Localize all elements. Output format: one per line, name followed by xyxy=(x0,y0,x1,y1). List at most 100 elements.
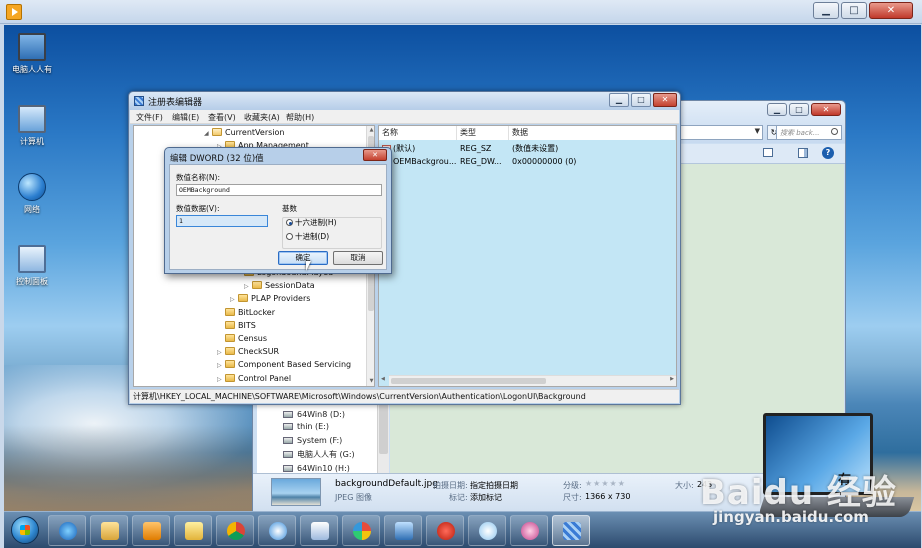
desktop-icon-computer[interactable]: 计算机 xyxy=(4,105,62,147)
drive-label: 64Win10 (H:) xyxy=(297,464,350,473)
drive-icon xyxy=(283,437,293,444)
taskbar-gear-app[interactable] xyxy=(468,515,506,546)
tag-value[interactable]: 添加标记 xyxy=(470,492,502,503)
expanded-arrow-icon[interactable]: ◢ xyxy=(204,127,212,140)
folder-icon xyxy=(225,334,235,342)
cancel-button[interactable]: 取消 xyxy=(333,251,383,265)
regedit-maximize-button[interactable]: □ xyxy=(631,93,651,107)
player-maximize-button[interactable]: □ xyxy=(841,2,867,19)
scrollbar-thumb[interactable] xyxy=(379,404,388,454)
player-window: ▁ □ ✕ 电脑人人有 计算机 网络 控制面板 ▁ □ ✕ ↻ xyxy=(0,0,922,548)
taskbar-chess[interactable] xyxy=(426,515,464,546)
column-header-name[interactable]: 名称 xyxy=(379,126,457,140)
tree-node-currentversion[interactable]: ◢ CurrentVersion xyxy=(204,126,284,139)
taskbar-ie[interactable] xyxy=(48,515,86,546)
drive-label: System (F:) xyxy=(297,436,343,445)
explorer-close-button[interactable]: ✕ xyxy=(811,103,841,116)
radio-decimal[interactable]: 十进制(D) xyxy=(286,231,329,242)
menu-edit[interactable]: 编辑(E) xyxy=(172,112,199,123)
explorer-maximize-button[interactable]: □ xyxy=(789,103,809,116)
values-horizontal-scrollbar[interactable]: ◀ ▶ xyxy=(381,375,676,386)
menu-favorites[interactable]: 收藏夹(A) xyxy=(244,112,280,123)
taskbar-chrome[interactable] xyxy=(216,515,254,546)
tree-node-component-based-servicing[interactable]: ▷ Component Based Servicing xyxy=(217,358,351,371)
ok-button[interactable]: 确定 xyxy=(278,251,328,265)
menu-view[interactable]: 查看(V) xyxy=(208,112,236,123)
value-data: (数值未设置) xyxy=(512,144,559,153)
paint-icon xyxy=(353,522,371,540)
radio-hexadecimal[interactable]: 十六进制(H) xyxy=(286,217,337,228)
collapsed-arrow-icon[interactable]: ▷ xyxy=(217,359,225,372)
value-type: REG_SZ xyxy=(460,144,492,153)
dialog-title: 编辑 DWORD (32 位)值 xyxy=(170,154,264,164)
radio-unselected-icon xyxy=(286,233,293,240)
column-header-type[interactable]: 类型 xyxy=(457,126,509,140)
tree-node-control-panel[interactable]: ▷ Control Panel xyxy=(217,372,291,385)
collapsed-arrow-icon[interactable]: ▷ xyxy=(217,373,225,386)
tree-node-bits[interactable]: BITS xyxy=(217,319,256,332)
menu-help[interactable]: 帮助(H) xyxy=(286,112,314,123)
tree-node-label: CheckSUR xyxy=(238,347,280,356)
date-value[interactable]: 指定拍摄日期 xyxy=(470,480,518,491)
regedit-titlebar[interactable]: 注册表编辑器 ▁ □ ✕ xyxy=(129,92,680,110)
explorer-search-input[interactable]: 搜索 back... xyxy=(776,125,842,140)
taskbar-paint[interactable] xyxy=(342,515,380,546)
taskbar-document[interactable] xyxy=(300,515,338,546)
desktop-icon-pc-owner[interactable]: 电脑人人有 xyxy=(4,33,62,75)
help-icon[interactable]: ? xyxy=(822,147,834,159)
nav-item-drive-e[interactable]: thin (E:) xyxy=(283,420,329,434)
scroll-down-icon[interactable]: ▼ xyxy=(367,377,374,386)
search-placeholder: 搜索 back... xyxy=(780,129,820,137)
explorer-minimize-button[interactable]: ▁ xyxy=(767,103,787,116)
taskbar-folders[interactable] xyxy=(174,515,212,546)
value-row[interactable]: (默认) REG_SZ (数值未设置) xyxy=(379,142,676,155)
scroll-left-icon[interactable]: ◀ xyxy=(381,376,385,382)
value-data: 0x00000000 (0) xyxy=(512,157,577,166)
folder-icon xyxy=(225,374,235,382)
desktop-icon-control-panel[interactable]: 控制面板 xyxy=(4,245,62,287)
preview-pane-icon[interactable] xyxy=(798,148,808,158)
desktop-icon-network[interactable]: 网络 xyxy=(4,173,62,215)
cloud-icon xyxy=(269,522,287,540)
taskbar-media-player[interactable] xyxy=(132,515,170,546)
start-button[interactable] xyxy=(11,516,39,544)
collapsed-arrow-icon[interactable]: ▷ xyxy=(230,293,238,306)
taskbar-cloud[interactable] xyxy=(258,515,296,546)
tree-node-census[interactable]: Census xyxy=(217,332,267,345)
view-options-icon[interactable] xyxy=(763,148,773,157)
monitor-icon xyxy=(18,33,46,61)
value-data-input[interactable]: 1 xyxy=(176,215,268,227)
explorer-drive-list: 64Win8 (D:) thin (E:) System (F:) 电脑人人有 … xyxy=(257,410,377,477)
regedit-close-button[interactable]: ✕ xyxy=(653,93,677,107)
tree-node-bitlocker[interactable]: BitLocker xyxy=(217,306,275,319)
explorer-address-bar[interactable] xyxy=(673,125,763,140)
regedit-minimize-button[interactable]: ▁ xyxy=(609,93,629,107)
rating-stars[interactable]: ★★★★★ xyxy=(585,479,626,488)
dimensions-label: 尺寸: xyxy=(563,493,582,502)
player-minimize-button[interactable]: ▁ xyxy=(813,2,839,19)
scrollbar-thumb[interactable] xyxy=(391,378,546,384)
radio-label: 十进制(D) xyxy=(295,232,330,241)
tree-node-checksur[interactable]: ▷ CheckSUR xyxy=(217,345,279,358)
value-row[interactable]: OEMBackgrou... REG_DW... 0x00000000 (0) xyxy=(379,155,676,168)
menu-file[interactable]: 文件(F) xyxy=(136,112,163,123)
scroll-up-icon[interactable]: ▲ xyxy=(367,126,374,135)
nav-item-drive-g[interactable]: 电脑人人有 (G:) xyxy=(283,448,355,462)
folder-icon xyxy=(225,347,235,355)
taskbar-remote-desktop[interactable] xyxy=(384,515,422,546)
taskbar-explorer[interactable] xyxy=(90,515,128,546)
scroll-right-icon[interactable]: ▶ xyxy=(670,376,674,382)
drive-label: 电脑人人有 (G:) xyxy=(297,450,355,459)
dialog-close-button[interactable]: ✕ xyxy=(363,149,387,161)
taskbar-mascot[interactable] xyxy=(510,515,548,546)
regedit-icon xyxy=(563,522,581,540)
taskbar-regedit[interactable] xyxy=(552,515,590,546)
column-header-data[interactable]: 数据 xyxy=(509,126,676,140)
regedit-menubar: 文件(F) 编辑(E) 查看(V) 收藏夹(A) 帮助(H) xyxy=(130,110,679,124)
control-panel-icon xyxy=(18,245,46,273)
player-close-button[interactable]: ✕ xyxy=(869,2,913,19)
tree-node-sessiondata[interactable]: ▷ SessionData xyxy=(244,279,315,292)
nav-item-drive-f[interactable]: System (F:) xyxy=(283,434,342,448)
tree-node-plap-providers[interactable]: ▷ PLAP Providers xyxy=(230,292,310,305)
player-titlebar[interactable]: ▁ □ ✕ xyxy=(0,0,922,24)
